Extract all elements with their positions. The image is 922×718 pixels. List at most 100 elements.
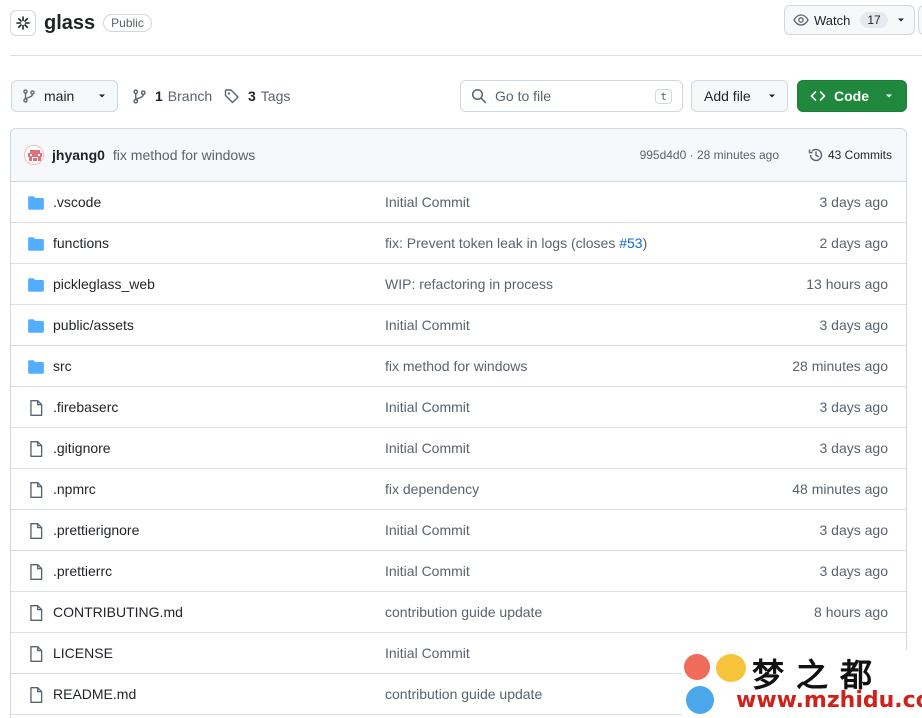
latest-commit-bar: jhyang0 fix method for windows 995d4d0 ·… [11,129,906,182]
search-placeholder: Go to file [495,88,552,104]
file-age: 3 days ago [819,194,889,210]
table-row[interactable]: pickleglass_web WIP: refactoring in proce… [11,264,906,305]
file-name[interactable]: LICENSE [53,645,113,661]
file-list: .vscode Initial Commit 3 days ago functions… [11,182,906,715]
watermark-url: www.mzhidu.com [736,688,922,713]
file-commit-message[interactable]: Initial Commit [385,317,470,333]
file-commit-message[interactable]: contribution guide update [385,604,542,620]
shortcut-hint: t [655,88,672,104]
tags-link[interactable]: 3 Tags [224,80,290,112]
file-age: 48 minutes ago [792,481,888,497]
table-row[interactable]: .firebaserc Initial Commit 3 days ago [11,387,906,428]
file-name[interactable]: .npmrc [53,481,96,497]
tags-count: 3 [248,88,256,104]
branches-link[interactable]: 1 Branch [132,80,212,112]
file-name[interactable]: .firebaserc [53,399,118,415]
avatar[interactable] [24,145,44,165]
file-commit-message[interactable]: fix method for windows [385,358,527,374]
table-row[interactable]: src fix method for windows 28 minutes ago [11,346,906,387]
git-branch-icon [133,88,146,104]
file-name[interactable]: src [53,358,72,374]
commits-history-link[interactable]: 43 Commits [808,147,892,163]
file-commit-message[interactable]: Initial Commit [385,194,470,210]
commit-message-end: ) [642,235,648,251]
file-age: 3 days ago [819,440,889,456]
code-button[interactable]: Code [797,80,907,112]
logo-face-blue [686,686,714,714]
history-icon [808,148,823,162]
commit-meta[interactable]: 995d4d0 · 28 minutes ago [640,148,779,162]
table-row[interactable]: functions fix: Prevent token leak in logs… [11,223,906,264]
add-file-button[interactable]: Add file [691,80,788,112]
file-name[interactable]: .vscode [53,194,101,210]
branches-count: 1 [155,88,163,104]
commit-message[interactable]: fix method for windows [113,147,255,163]
file-commit-message[interactable]: Initial Commit [385,399,470,415]
chevron-down-icon [769,94,775,98]
commits-count-label: 43 Commits [827,148,892,162]
go-to-file-input[interactable]: Go to file t [460,80,683,112]
folder-icon [27,235,45,253]
file-name[interactable]: functions [53,235,109,251]
file-icon [27,645,45,663]
repo-name[interactable]: glass [44,12,95,35]
file-name[interactable]: public/assets [53,317,134,333]
branch-select-button[interactable]: main [11,80,118,112]
commit-message-text: fix: Prevent token leak in logs (closes [385,235,620,251]
file-icon [27,522,45,540]
file-name[interactable]: .prettierignore [53,522,139,538]
file-age: 3 days ago [819,317,889,333]
file-name[interactable]: pickleglass_web [53,276,155,292]
file-commit-message[interactable]: fix dependency [385,481,479,497]
file-name[interactable]: CONTRIBUTING.md [53,604,183,620]
code-icon [810,91,826,101]
file-icon [27,604,45,622]
table-row[interactable]: .npmrc fix dependency 48 minutes ago [11,469,906,510]
tag-icon [224,89,239,104]
file-name[interactable]: README.md [53,686,136,702]
commit-author[interactable]: jhyang0 [52,147,105,163]
table-row[interactable]: .prettierignore Initial Commit 3 days ago [11,510,906,551]
file-name[interactable]: .prettierrc [53,563,112,579]
file-commit-message[interactable]: Initial Commit [385,563,470,579]
table-row[interactable]: CONTRIBUTING.md contribution guide update… [11,592,906,633]
git-branch-icon [23,89,35,103]
file-commit-message[interactable]: WIP: refactoring in process [385,276,553,292]
search-icon [471,88,487,104]
file-browser: jhyang0 fix method for windows 995d4d0 ·… [10,128,907,718]
code-label: Code [834,88,869,104]
file-icon [27,399,45,417]
file-icon [27,563,45,581]
file-age: 2 days ago [819,235,889,251]
visibility-badge: Public [103,14,152,32]
eye-icon [793,14,809,26]
file-icon [27,440,45,458]
file-age: 28 minutes ago [792,358,888,374]
file-age: 13 hours ago [806,276,888,292]
repo-avatar-icon[interactable] [10,10,36,36]
add-file-label: Add file [704,88,751,104]
file-name[interactable]: .gitignore [53,440,111,456]
fork-button[interactable] [918,5,922,35]
chevron-down-icon [99,94,105,98]
folder-icon [27,194,45,212]
file-commit-message[interactable]: Initial Commit [385,645,470,661]
tags-label: Tags [260,88,291,104]
table-row[interactable]: public/assets Initial Commit 3 days ago [11,305,906,346]
folder-icon [27,317,45,335]
table-row[interactable]: .prettierrc Initial Commit 3 days ago [11,551,906,592]
table-row[interactable]: .gitignore Initial Commit 3 days ago [11,428,906,469]
chevron-down-icon [897,18,904,22]
file-commit-message[interactable]: fix: Prevent token leak in logs (closes … [385,235,647,251]
chevron-down-icon [886,94,892,98]
branches-label: Branch [167,88,213,104]
file-age: 8 hours ago [814,604,888,620]
issue-link[interactable]: #53 [619,235,642,251]
watch-button[interactable]: Watch 17 [784,5,915,35]
table-row[interactable]: .vscode Initial Commit 3 days ago [11,182,906,223]
watch-count: 17 [860,12,888,28]
file-commit-message[interactable]: Initial Commit [385,522,470,538]
file-icon [27,481,45,499]
file-commit-message[interactable]: contribution guide update [385,686,542,702]
file-commit-message[interactable]: Initial Commit [385,440,470,456]
